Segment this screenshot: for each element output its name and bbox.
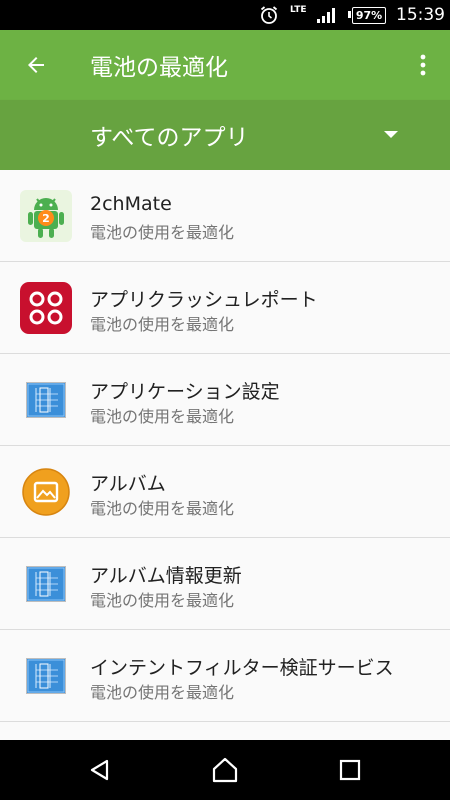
arrow-back-icon: [28, 57, 44, 73]
app-status: 電池の使用を最適化: [90, 223, 235, 242]
app-status: 電池の使用を最適化: [90, 499, 235, 518]
crash-report-icon: [20, 282, 72, 334]
album-icon: [20, 466, 72, 518]
2chmate-icon: 2: [20, 190, 72, 242]
app-status: 電池の使用を最適化: [90, 591, 235, 610]
app-name: アプリクラッシュレポート: [90, 289, 318, 311]
nav-home-button[interactable]: [200, 750, 250, 790]
list-item[interactable]: 2 2chMate 電池の使用を最適化: [0, 170, 450, 262]
app-filter-dropdown[interactable]: すべてのアプリ: [0, 100, 450, 170]
nav-back-button[interactable]: [75, 750, 125, 790]
overflow-menu-button[interactable]: [408, 45, 438, 85]
blueprint-icon: [20, 650, 72, 702]
signal-icon: [316, 0, 338, 30]
app-list: 2 2chMate 電池の使用を最適化 アプリクラッシュレポート 電池の使用を最…: [0, 170, 450, 740]
list-item[interactable]: アプリクラッシュレポート 電池の使用を最適化: [0, 262, 450, 354]
navigation-bar: [0, 740, 450, 800]
app-status: 電池の使用を最適化: [90, 315, 235, 334]
clock: 15:39: [396, 5, 445, 25]
battery-indicator: 97%: [348, 0, 386, 30]
status-bar: LTE 97% 15:39: [0, 0, 450, 30]
triangle-back-icon: [90, 759, 109, 781]
app-status: 電池の使用を最適化: [90, 683, 235, 702]
nav-recents-button[interactable]: [325, 750, 375, 790]
home-icon: [212, 757, 238, 783]
app-name: アルバム情報更新: [90, 565, 242, 587]
filter-selected-label: すべてのアプリ: [90, 125, 249, 151]
back-button[interactable]: [16, 45, 56, 85]
app-name: 2chMate: [90, 193, 172, 215]
more-vert-icon: [420, 54, 426, 76]
dropdown-arrow-icon[interactable]: [376, 120, 406, 150]
page-title: 電池の最適化: [90, 55, 228, 81]
app-toolbar: 電池の最適化: [0, 30, 450, 100]
alarm-icon: [259, 0, 279, 30]
square-recents-icon: [339, 759, 361, 781]
app-name: アルバム: [90, 473, 166, 495]
blueprint-icon: [20, 558, 72, 610]
blueprint-icon: [20, 374, 72, 426]
svg-text:2: 2: [42, 212, 50, 225]
network-type-label: LTE: [290, 5, 307, 15]
app-name: アプリケーション設定: [90, 381, 280, 403]
list-item[interactable]: インテントフィルター検証サービス 電池の使用を最適化: [0, 630, 450, 722]
battery-icon: [348, 11, 351, 18]
list-item[interactable]: アルバム 電池の使用を最適化: [0, 446, 450, 538]
app-status: 電池の使用を最適化: [90, 407, 235, 426]
list-item[interactable]: アプリケーション設定 電池の使用を最適化: [0, 354, 450, 446]
app-name: インテントフィルター検証サービス: [90, 657, 394, 679]
battery-level: 97%: [352, 6, 386, 24]
list-item[interactable]: アルバム情報更新 電池の使用を最適化: [0, 538, 450, 630]
